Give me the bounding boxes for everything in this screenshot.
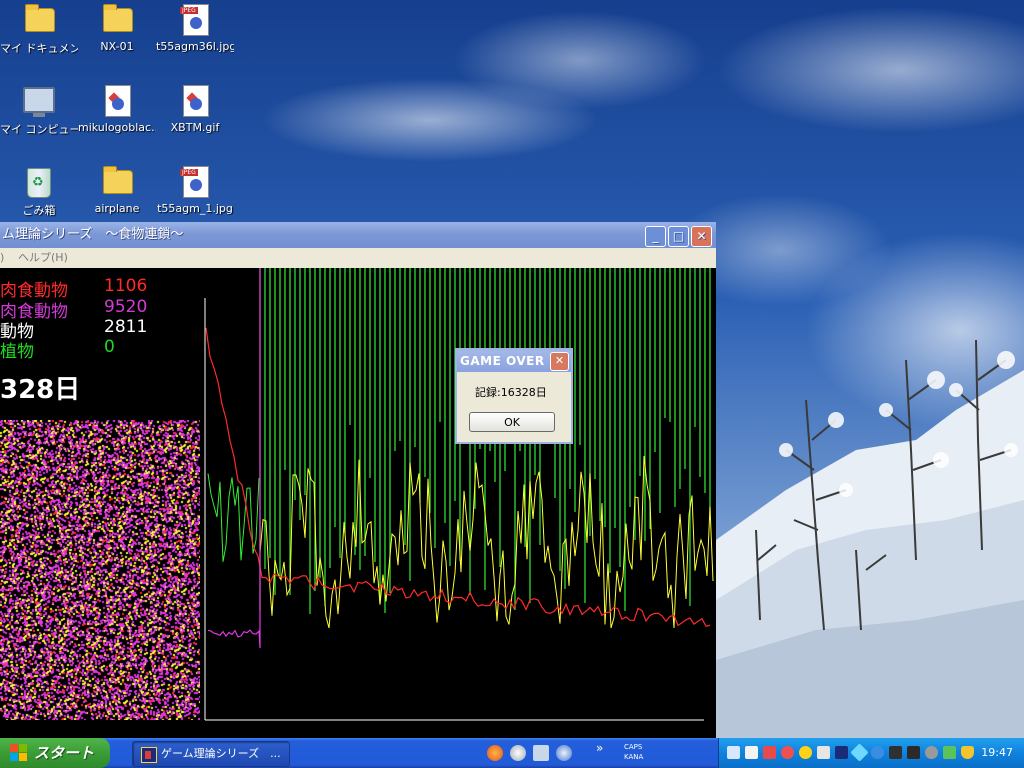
show-desktop-icon[interactable] [533,745,549,761]
stat-value: 2811 [104,317,148,337]
speaker-icon[interactable] [799,746,812,759]
ime-bar[interactable]: CAPS KANA [624,742,716,766]
start-button[interactable]: スタート [0,738,110,768]
device-icon[interactable] [817,746,830,759]
monitor-icon[interactable] [835,746,848,759]
windows-flag-icon [10,744,28,762]
population-graph [204,268,714,721]
game-menubar: ) ヘルプ(H) [0,248,716,268]
maximize-button[interactable]: □ [668,226,689,247]
game-over-dialog: GAME OVER ✕ 記録:16328日 OK [455,348,573,444]
stop-icon[interactable] [781,746,794,759]
ok-button[interactable]: OK [469,412,555,432]
elapsed-days: 328日 [0,375,81,405]
recycle-bin-icon [27,168,51,198]
image-file-icon [183,85,209,117]
diamond-icon[interactable] [850,743,869,762]
ime-kana: KANA [624,753,644,761]
stat-label: 植物 [0,342,34,362]
start-label: スタート [34,744,95,762]
desktop-icon-label: マイ ドキュメント [0,42,78,55]
ime-caps: CAPS [624,743,643,751]
perf-meter-icon[interactable] [889,746,902,759]
stat-value: 9520 [104,297,148,317]
desktop-icon-xbtm[interactable]: XBTM.gif [156,83,234,153]
plant-series-early [207,473,260,562]
dialog-message: 記録:16328日 [475,386,547,399]
taskbar-button-label: ゲーム理論シリーズ ... [161,747,281,760]
menu-item-truncated[interactable]: ) [0,248,4,268]
game-canvas: 肉食動物 1106 肉食動物 9520 動物 2811 植物 0 328日 [0,268,716,738]
update-icon[interactable] [943,746,956,759]
close-button[interactable]: ✕ [691,226,712,247]
folder-icon [103,4,133,32]
game-window: ム理論シリーズ ～食物連鎖～ _ □ ✕ ) ヘルプ(H) 肉食動物 1106 … [0,222,716,738]
desktop-icon-label: mikulogoblac... [78,121,156,134]
stat-value: 1106 [104,276,148,296]
game-window-title: ム理論シリーズ ～食物連鎖～ [2,227,184,242]
minimize-button[interactable]: _ [645,226,666,247]
stat-value: 0 [104,337,115,357]
clock[interactable]: 19:47 [981,738,1013,768]
folder-icon [103,166,133,194]
taskbar-button-game[interactable]: ゲーム理論シリーズ ... [132,741,290,767]
system-tray: 19:47 [718,738,1024,768]
ecosystem-field [0,420,200,720]
desktop-icon-label: マイ コンピュータ [0,123,78,136]
bluetooth-icon[interactable] [871,746,884,759]
desktop-icon-label: XBTM.gif [170,121,220,134]
desktop-icon-my-documents[interactable]: マイ ドキュメント [0,2,78,72]
my-computer-icon [23,87,55,117]
firefox-icon[interactable] [487,745,503,761]
jpeg-file-icon: JPEG [180,166,209,198]
signal-bars-icon[interactable] [907,746,920,759]
dialog-title: GAME OVER [460,354,545,368]
desktop-icon-t55agm36l[interactable]: JPEG t55agm36l.jpg [156,2,234,72]
desktop-icon-label: airplane [94,202,140,215]
menu-item-help[interactable]: ヘルプ(H) [18,248,68,268]
desktop-icon-label: t55agm36l.jpg [156,40,234,53]
desktop-icon-label: t55agm_1.jpg [157,202,233,215]
game-window-titlebar[interactable]: ム理論シリーズ ～食物連鎖～ _ □ ✕ [0,222,716,248]
browser-icon[interactable] [556,745,572,761]
media-player-icon[interactable] [510,745,526,761]
mountain-wallpaper [716,339,1024,738]
shield-icon[interactable] [961,746,974,759]
game-app-icon [141,747,157,763]
messenger-icon[interactable] [745,746,758,759]
dialog-titlebar[interactable]: GAME OVER ✕ [457,350,571,372]
security-icon[interactable] [763,746,776,759]
image-file-icon [105,85,131,117]
desktop-icon-mikulogo[interactable]: mikulogoblac... [78,83,156,153]
stat-plant: 植物 0 [0,337,115,362]
desktop: マイ ドキュメント NX-01 JPEG t55agm36l.jpg マイ コン… [0,0,1024,738]
dialog-close-button[interactable]: ✕ [550,352,569,371]
desktop-icon-label: NX-01 [100,40,134,53]
taskbar: スタート ゲーム理論シリーズ ... » CAPS KANA 19:47 [0,738,1024,768]
desktop-icon-nx01[interactable]: NX-01 [78,2,156,72]
desktop-icon-my-computer[interactable]: マイ コンピュータ [0,83,78,153]
network-icon[interactable] [727,746,740,759]
desktop-icon-label: ごみ箱 [22,204,56,217]
disk-icon[interactable] [925,746,938,759]
jpeg-file-icon: JPEG [180,4,209,36]
my-documents-folder-icon [25,4,55,32]
quicklaunch-chevron-icon[interactable]: » [596,741,603,755]
